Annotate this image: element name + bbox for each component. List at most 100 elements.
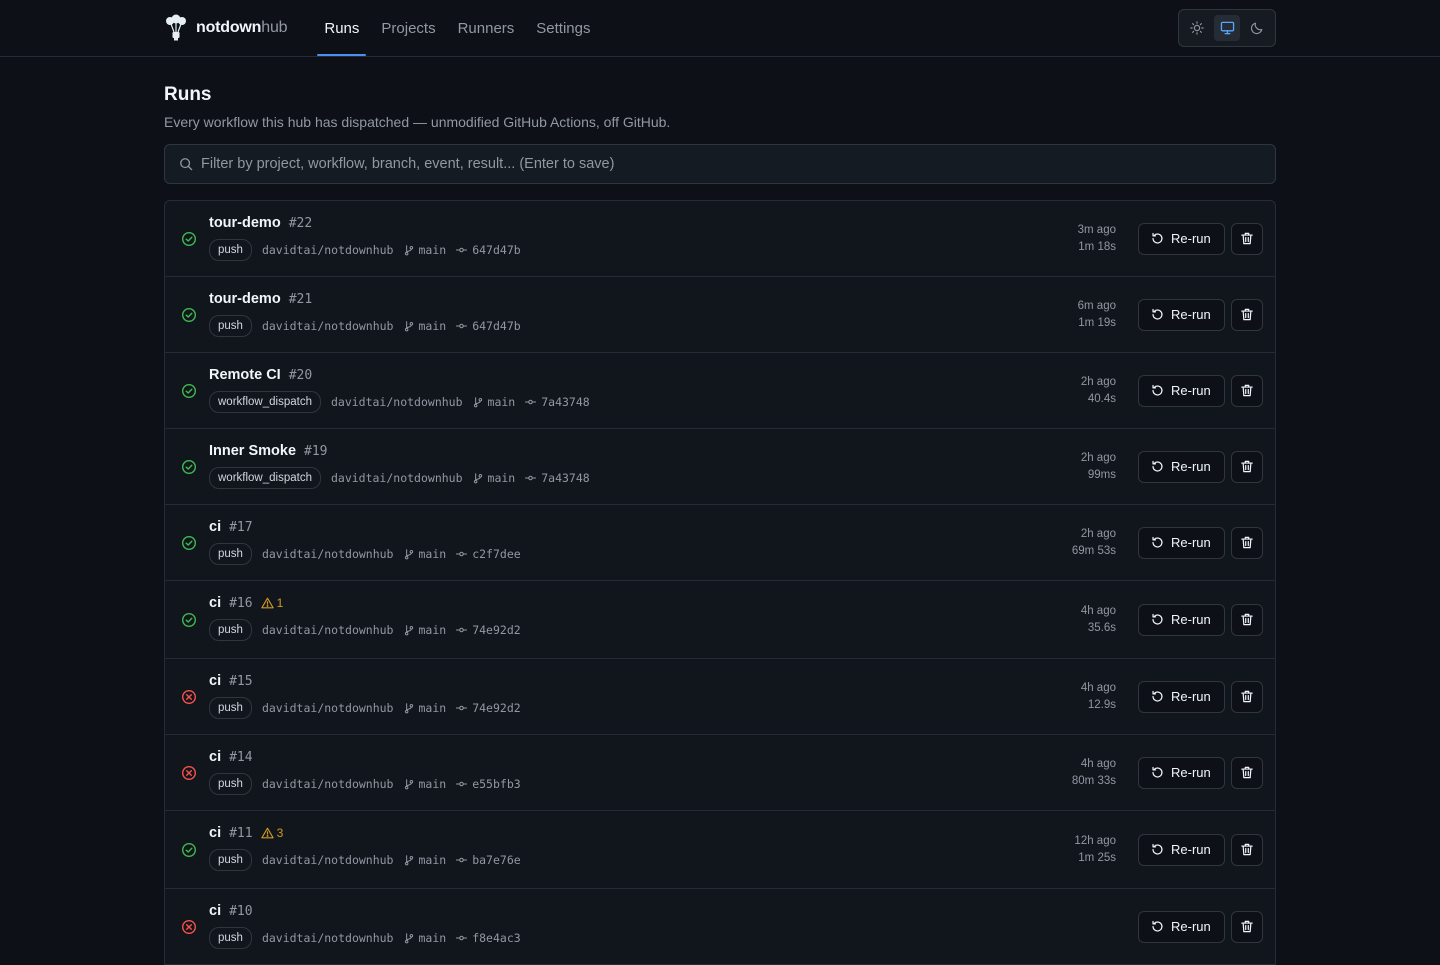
branch-icon xyxy=(404,624,413,635)
repo-name[interactable]: davidtai/notdownhub xyxy=(262,623,394,637)
commit-sha[interactable]: 74e92d2 xyxy=(472,701,520,715)
workflow-name[interactable]: ci xyxy=(209,903,221,919)
rerun-label: Re-run xyxy=(1171,689,1211,704)
commit-icon xyxy=(525,475,537,481)
run-title-line: ci #10 xyxy=(209,901,521,921)
nav-runs[interactable]: Runs xyxy=(313,0,370,56)
run-row[interactable]: ci #15 push davidtai/notdownhub main 74e… xyxy=(165,659,1275,735)
event-tag: workflow_dispatch xyxy=(209,467,321,489)
commit-icon xyxy=(456,781,468,787)
run-duration: 40.4s xyxy=(1087,392,1116,405)
run-row[interactable]: ci #17 push davidtai/notdownhub main c2f… xyxy=(165,505,1275,581)
run-meta: push davidtai/notdownhub main c2f7dee xyxy=(209,543,521,565)
workflow-name[interactable]: Inner Smoke xyxy=(209,443,296,459)
commit-sha[interactable]: 647d47b xyxy=(472,319,520,333)
rerun-button[interactable]: Re-run xyxy=(1138,298,1225,331)
branch-icon xyxy=(404,548,413,559)
commit-icon xyxy=(525,399,537,405)
workflow-name[interactable]: ci xyxy=(209,519,221,535)
repo-name[interactable]: davidtai/notdownhub xyxy=(262,243,394,257)
repo-name[interactable]: davidtai/notdownhub xyxy=(331,471,463,485)
delete-button[interactable] xyxy=(1231,680,1263,713)
trash-icon xyxy=(1241,384,1253,397)
rerun-button[interactable]: Re-run xyxy=(1138,910,1225,943)
run-meta: push davidtai/notdownhub main e55bfb3 xyxy=(209,773,521,795)
run-row[interactable]: Inner Smoke #19 workflow_dispatch davidt… xyxy=(165,429,1275,505)
workflow-name[interactable]: ci xyxy=(209,595,221,611)
search-icon xyxy=(180,158,193,171)
rerun-button[interactable]: Re-run xyxy=(1138,756,1225,789)
workflow-name[interactable]: tour-demo xyxy=(209,215,281,231)
rerun-label: Re-run xyxy=(1171,231,1211,246)
commit-sha[interactable]: 74e92d2 xyxy=(472,623,520,637)
commit-sha[interactable]: ba7e76e xyxy=(472,853,520,867)
run-row[interactable]: ci #10 push davidtai/notdownhub main f8e… xyxy=(165,889,1275,965)
run-row[interactable]: Remote CI #20 workflow_dispatch davidtai… xyxy=(165,353,1275,429)
commit-sha[interactable]: e55bfb3 xyxy=(472,777,520,791)
workflow-name[interactable]: Remote CI xyxy=(209,367,281,383)
repo-name[interactable]: davidtai/notdownhub xyxy=(331,395,463,409)
repo-name[interactable]: davidtai/notdownhub xyxy=(262,777,394,791)
filter-input[interactable] xyxy=(201,156,1261,172)
rerun-button[interactable]: Re-run xyxy=(1138,450,1225,483)
repo-name[interactable]: davidtai/notdownhub xyxy=(262,701,394,715)
nav-runners[interactable]: Runners xyxy=(447,0,526,56)
delete-button[interactable] xyxy=(1231,910,1263,943)
repo-name[interactable]: davidtai/notdownhub xyxy=(262,547,394,561)
nav-settings[interactable]: Settings xyxy=(525,0,601,56)
commit: 647d47b xyxy=(456,319,521,333)
theme-dark-button[interactable] xyxy=(1244,15,1270,41)
delete-button[interactable] xyxy=(1231,756,1263,789)
rerun-icon xyxy=(1152,384,1163,396)
workflow-name[interactable]: ci xyxy=(209,673,221,689)
run-row[interactable]: tour-demo #22 push davidtai/notdownhub m… xyxy=(165,201,1275,277)
run-times: 2h ago 99ms xyxy=(1081,450,1116,484)
delete-button[interactable] xyxy=(1231,450,1263,483)
rerun-button[interactable]: Re-run xyxy=(1138,526,1225,559)
rerun-button[interactable]: Re-run xyxy=(1138,603,1225,636)
workflow-name[interactable]: ci xyxy=(209,749,221,765)
branch-name: main xyxy=(487,395,516,409)
run-row[interactable]: ci #11 3 push davidtai/notdownhub main b… xyxy=(165,811,1275,889)
delete-button[interactable] xyxy=(1231,374,1263,407)
repo-name[interactable]: davidtai/notdownhub xyxy=(262,931,394,945)
rerun-button[interactable]: Re-run xyxy=(1138,833,1225,866)
delete-button[interactable] xyxy=(1231,833,1263,866)
branch: main xyxy=(404,547,446,561)
event-tag: push xyxy=(209,239,252,261)
run-row[interactable]: ci #14 push davidtai/notdownhub main e55… xyxy=(165,735,1275,811)
commit-icon xyxy=(456,857,468,863)
run-body: ci #16 1 push davidtai/notdownhub main 7… xyxy=(209,593,521,641)
rerun-button[interactable]: Re-run xyxy=(1138,680,1225,713)
brand[interactable]: notdownhub xyxy=(164,14,288,42)
commit-sha[interactable]: f8e4ac3 xyxy=(472,931,520,945)
delete-button[interactable] xyxy=(1231,603,1263,636)
run-meta: workflow_dispatch davidtai/notdownhub ma… xyxy=(209,467,590,489)
workflow-name[interactable]: tour-demo xyxy=(209,291,281,307)
delete-button[interactable] xyxy=(1231,298,1263,331)
warning-icon xyxy=(260,597,274,609)
delete-button[interactable] xyxy=(1231,222,1263,255)
commit-sha[interactable]: 7a43748 xyxy=(541,395,589,409)
rerun-button[interactable]: Re-run xyxy=(1138,222,1225,255)
repo-name[interactable]: davidtai/notdownhub xyxy=(262,319,394,333)
repo-name[interactable]: davidtai/notdownhub xyxy=(262,853,394,867)
commit-icon xyxy=(456,551,468,557)
theme-light-button[interactable] xyxy=(1184,15,1210,41)
run-started: 2h ago xyxy=(1080,375,1116,388)
commit-sha[interactable]: 7a43748 xyxy=(541,471,589,485)
run-title-line: ci #16 1 xyxy=(209,593,521,613)
theme-system-button[interactable] xyxy=(1214,15,1240,41)
run-row[interactable]: ci #16 1 push davidtai/notdownhub main 7… xyxy=(165,581,1275,659)
run-duration: 1m 18s xyxy=(1078,240,1116,253)
run-meta: push davidtai/notdownhub main 647d47b xyxy=(209,239,521,261)
run-duration: 69m 53s xyxy=(1071,544,1116,557)
nav-projects[interactable]: Projects xyxy=(370,0,446,56)
commit-sha[interactable]: 647d47b xyxy=(472,243,520,257)
workflow-name[interactable]: ci xyxy=(209,825,221,841)
delete-button[interactable] xyxy=(1231,526,1263,559)
run-meta: workflow_dispatch davidtai/notdownhub ma… xyxy=(209,391,590,413)
rerun-button[interactable]: Re-run xyxy=(1138,374,1225,407)
run-row[interactable]: tour-demo #21 push davidtai/notdownhub m… xyxy=(165,277,1275,353)
commit-sha[interactable]: c2f7dee xyxy=(472,547,520,561)
